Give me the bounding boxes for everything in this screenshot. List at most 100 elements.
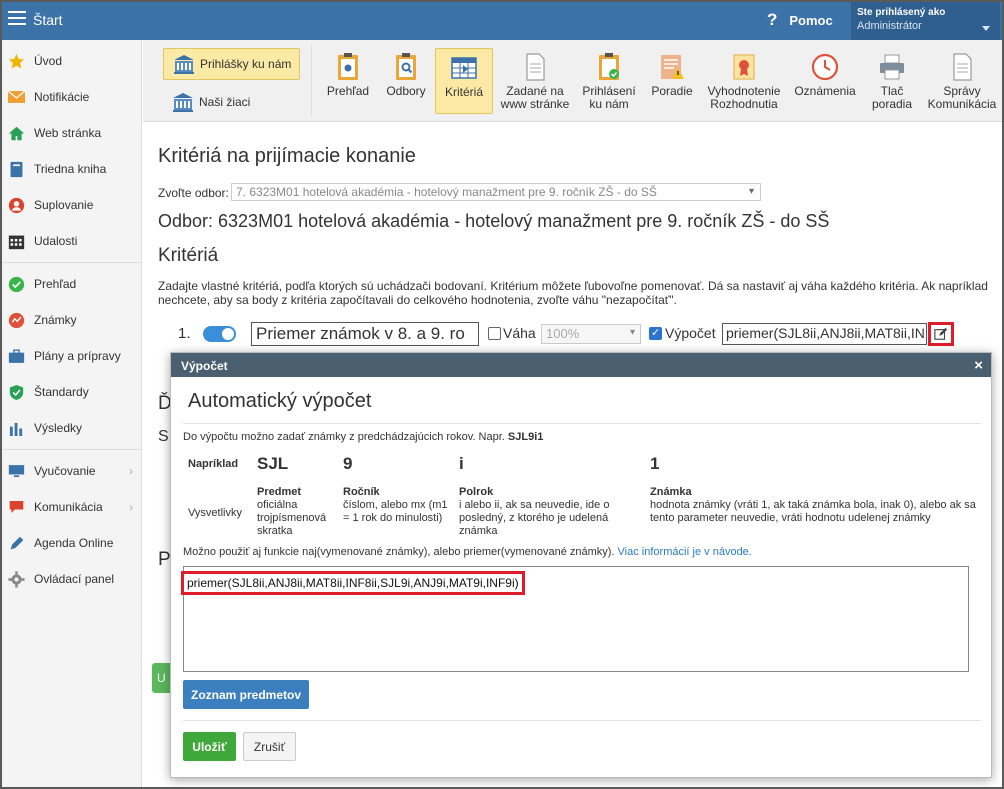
toolbar-prihlaseni[interactable]: Prihlásení ku nám [577,48,641,114]
subject-list-button[interactable]: Zoznam predmetov [183,680,309,709]
odbor-heading: Odbor: 6323M01 hotelová akadémia - hotel… [158,211,830,231]
sidebar-item-suplovanie[interactable]: Suplovanie [2,187,141,223]
sidebar-item-label: Výsledky [34,421,83,435]
sidebar-item-vysledky[interactable]: Výsledky [2,410,141,446]
vypocet-input[interactable]: priemer(SJL8ii,ANJ8ii,MAT8ii,IN [722,323,927,345]
sidebar-item-label: Prehľad [34,277,77,291]
toolbar-zadane[interactable]: Zadané na www stránke [497,48,573,114]
sidebar-item-standardy[interactable]: Štandardy [2,374,141,410]
vaha-select[interactable]: 100% ▾ [541,324,641,344]
vypocet-checkbox[interactable] [649,326,662,340]
toolbar-poradie[interactable]: Poradie [646,48,698,114]
odbor-label: Zvoľte odbor: [158,186,229,200]
briefcase-icon [8,348,25,365]
sidebar-item-label: Komunikácia [34,500,103,514]
building-icon [174,55,194,74]
example-label: Napríklad [188,458,239,470]
sidebar-item-vyucovanie[interactable]: Vyučovanie › [2,453,141,489]
sidebar-item-komunikacia[interactable]: Komunikácia › [2,489,141,525]
chat-icon [8,499,25,516]
book-icon [8,161,25,178]
dialog-divider [183,423,981,424]
kriteria-heading: Kritériá [158,245,219,266]
sidebar-item-label: Vyučovanie [34,464,96,478]
chevron-down-icon: ▾ [748,186,754,197]
nasi-ziaci-label: Naši žiaci [199,95,251,109]
sidebar-item-prehlad[interactable]: Prehľad [2,266,141,302]
sidebar-item-label: Ovládací panel [34,572,115,586]
example-part: SJL [257,454,289,473]
odbor-select-value: 7. 6323M01 hotelová akadémia - hotelový … [236,185,657,199]
home-icon [8,125,25,142]
legend-text: i alebo ii, ak sa neuvedie, ide o posled… [459,499,610,537]
toolbar-label: Prehľad [326,84,370,98]
person-icon [8,197,25,214]
legend-head: Predmet [257,486,302,498]
page-title: Kritériá na prijímacie konanie [158,145,416,167]
user-menu[interactable]: Ste prihlásený ako Administrátor [851,2,1000,40]
top-bar: Štart ? Pomoc Ste prihlásený ako Adminis… [2,2,1002,40]
odbor-select[interactable]: 7. 6323M01 hotelová akadémia - hotelový … [231,183,761,201]
dialog-divider [183,720,981,721]
manual-link[interactable]: Viac informácií je v návode. [618,546,752,558]
prihlasky-button[interactable]: Prihlášky ku nám [163,48,300,80]
toolbar-vyhodnotenie[interactable]: Vyhodnotenie Rozhodnutia [703,48,785,114]
help-button[interactable]: ? Pomoc [767,10,833,30]
monitor-icon [8,463,25,480]
toolbar-label: Kritériá [444,85,483,99]
hamburger-icon[interactable] [8,11,26,27]
toolbar-label: Rozhodnutia [710,97,778,111]
sidebar-item-triedna-kniha[interactable]: Triedna kniha [2,151,141,187]
nasi-ziaci-button[interactable]: Naši žiaci [171,88,250,116]
kriteria-description: Zadajte vlastné kritériá, podľa ktorých … [158,279,988,307]
sidebar-item-znamky[interactable]: Známky [2,302,141,338]
toolbar-odbory[interactable]: Odbory [382,48,430,114]
background-save-button: U [152,663,170,693]
toolbar-kriteria[interactable]: Kritériá [435,48,493,114]
sidebar-item-plany[interactable]: Plány a prípravy [2,338,141,374]
sidebar-item-agenda[interactable]: Agenda Online [2,525,141,561]
clipboard-search-icon [396,53,416,80]
sidebar-item-label: Plány a prípravy [34,349,121,363]
vypocet-dialog: Výpočet × Automatický výpočet Do výpočtu… [170,352,992,778]
toolbar-tlac[interactable]: Tlač poradia [867,48,917,114]
brand-link[interactable]: Štart [33,12,63,28]
dialog-header: Výpočet × [171,353,991,377]
save-button[interactable]: Uložiť [183,732,236,761]
cancel-button[interactable]: Zrušiť [243,732,296,761]
toolbar-divider [311,46,312,116]
pen-icon [8,535,25,552]
functions-note-text: Možno použiť aj funkcie naj(vymenované z… [183,546,615,558]
sidebar-item-uvod[interactable]: Úvod [2,43,141,79]
toolbar-spravy[interactable]: Správy Komunikácia [923,48,1001,114]
toolbar-label: poradia [871,97,913,111]
dialog-intro-text: Do výpočtu možno zadať známky z predchád… [183,431,505,443]
calendar-icon [8,233,25,250]
sidebar-item-notifikacie[interactable]: Notifikácie [2,79,141,115]
formula-value[interactable]: priemer(SJL8ii,ANJ8ii,MAT8ii,INF8ii,SJL9… [181,571,525,595]
toolbar-label: Oznámenia [794,84,856,98]
sidebar-item-ovladaci-panel[interactable]: Ovládací panel [2,561,141,597]
legend-text: oficiálna trojpísmenová skratka [257,499,327,537]
sidebar-divider [2,449,141,450]
example-part: 1 [650,454,660,473]
clipboard-check-icon [599,53,619,80]
vypocet-label: Výpočet [665,325,716,341]
close-icon[interactable]: × [974,357,983,374]
criterion-row: 1. Priemer známok v 8. a 9. ro Váha 100%… [178,322,998,346]
vaha-label: Váha [503,325,536,341]
sidebar-item-udalosti[interactable]: Udalosti [2,223,141,259]
chevron-right-icon: › [129,500,133,514]
toolbar-prehlad[interactable]: Prehľad [323,48,373,114]
criterion-toggle[interactable] [203,326,236,342]
sidebar-item-web[interactable]: Web stránka [2,115,141,151]
toolbar-oznamenia[interactable]: Oznámenia [789,48,861,114]
caret-down-icon [982,26,990,31]
toolbar-label: www stránke [500,97,570,111]
edit-formula-button[interactable] [928,322,954,346]
vaha-checkbox[interactable] [488,327,501,340]
criterion-name-input[interactable]: Priemer známok v 8. a 9. ro [251,322,479,346]
sidebar-item-label: Udalosti [34,234,78,248]
check-circle-icon [8,276,25,293]
background-text-fragment: P [158,549,171,570]
